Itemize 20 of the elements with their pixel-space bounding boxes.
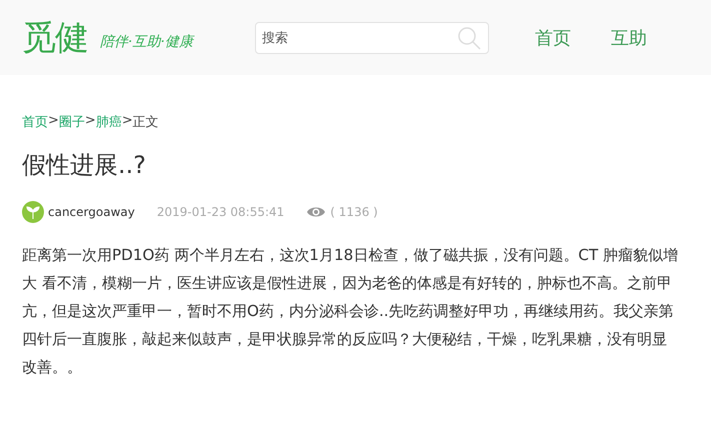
view-count: ( 1136 ) — [330, 205, 378, 219]
author-name[interactable]: cancergoaway — [48, 205, 135, 219]
post-title: 假性进展..? — [22, 150, 147, 181]
breadcrumb-link[interactable]: 首页 — [22, 113, 48, 131]
nav-link[interactable]: 互助 — [610, 26, 647, 50]
nav-link[interactable]: 首页 — [534, 26, 571, 50]
breadcrumb-separator: > — [48, 113, 59, 130]
sprout-avatar-icon — [22, 201, 44, 223]
eye-icon — [306, 205, 326, 219]
breadcrumb-current: 正文 — [132, 114, 159, 131]
breadcrumb-link[interactable]: 圈子 — [58, 113, 85, 131]
post-body: 距离第一次用PD1O药 两个半月左右，这次1月18日检查，做了磁共振，没有问题。CT 肿瘤貌似增大 看不清，模糊一片，医生讲应该是假性进展，因为老爸的体感是有好转的，肿标也不高。之前甲亢，但是这次严重甲一，暂时不用O药，内分泌科会诊..先吃药调整好甲功，再继续用药。我父亲第四针后一直腹胀，敲起来似鼓声，是甲状腺异常的反应吗？大便秘结，干燥，吃乳果糖，没有明显改善。。 — [22, 245, 678, 378]
search-field[interactable]: 搜索 — [254, 22, 489, 54]
breadcrumb-link[interactable]: 肺癌 — [96, 113, 122, 131]
post-time: 2019-01-23 08:55:41 — [156, 205, 284, 219]
breadcrumb-separator: > — [122, 113, 133, 130]
search-icon[interactable] — [456, 26, 481, 50]
site-logo[interactable]: 觅健 — [22, 14, 88, 60]
site-slogan: 陪伴·互助·健康 — [100, 32, 193, 50]
breadcrumb-separator: > — [84, 113, 96, 130]
